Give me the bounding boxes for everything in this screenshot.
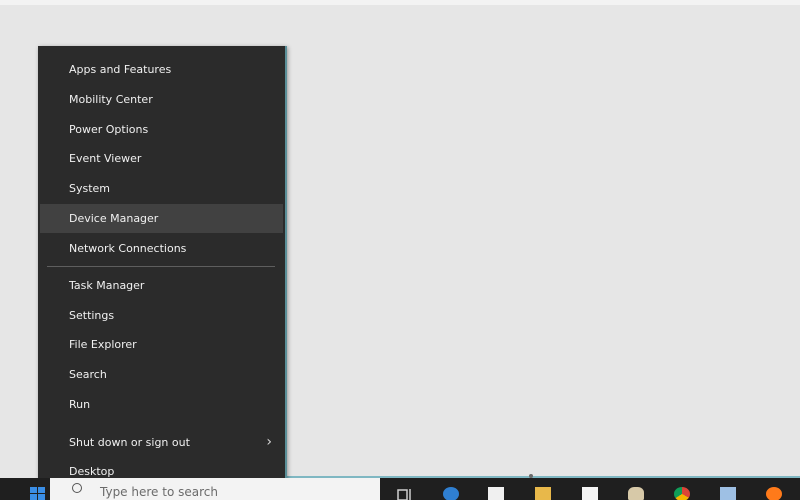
menu-item-search[interactable]: Search <box>40 360 283 389</box>
taskbar: Type here to search <box>0 478 800 500</box>
menu-item-settings[interactable]: Settings <box>40 301 283 330</box>
store-icon[interactable] <box>488 487 504 500</box>
menu-item-power-options[interactable]: Power Options <box>40 115 283 144</box>
pen-icon[interactable] <box>720 487 736 500</box>
menu-item-network-connections[interactable]: Network Connections <box>40 234 283 263</box>
menu-item-task-manager[interactable]: Task Manager <box>40 271 283 300</box>
menu-item-label: Shut down or sign out <box>69 436 190 449</box>
menu-item-device-manager[interactable]: Device Manager <box>40 204 283 233</box>
firefox-icon[interactable] <box>766 487 782 500</box>
menu-item-system[interactable]: System <box>40 174 283 203</box>
menu-item-shut-down-or-sign-out[interactable]: Shut down or sign out › <box>40 428 283 457</box>
file-explorer-icon[interactable] <box>535 487 551 500</box>
task-view-icon[interactable] <box>397 487 413 500</box>
mail-icon[interactable] <box>582 487 598 500</box>
desktop-top-edge <box>0 0 800 5</box>
menu-item-run[interactable]: Run <box>40 390 283 419</box>
paint-icon[interactable] <box>628 487 644 500</box>
search-icon <box>72 483 82 493</box>
menu-item-file-explorer[interactable]: File Explorer <box>40 330 283 359</box>
menu-separator <box>47 266 275 267</box>
winx-context-menu: Apps and Features Mobility Center Power … <box>38 46 287 496</box>
chrome-icon[interactable] <box>674 487 690 500</box>
chevron-right-icon: › <box>266 434 272 450</box>
search-placeholder: Type here to search <box>100 485 218 499</box>
taskbar-search-box[interactable]: Type here to search <box>50 478 380 500</box>
menu-item-apps-and-features[interactable]: Apps and Features <box>40 55 283 84</box>
windows-start-icon[interactable] <box>30 487 46 500</box>
menu-item-mobility-center[interactable]: Mobility Center <box>40 85 283 114</box>
edge-icon[interactable] <box>443 487 459 500</box>
menu-item-event-viewer[interactable]: Event Viewer <box>40 144 283 173</box>
